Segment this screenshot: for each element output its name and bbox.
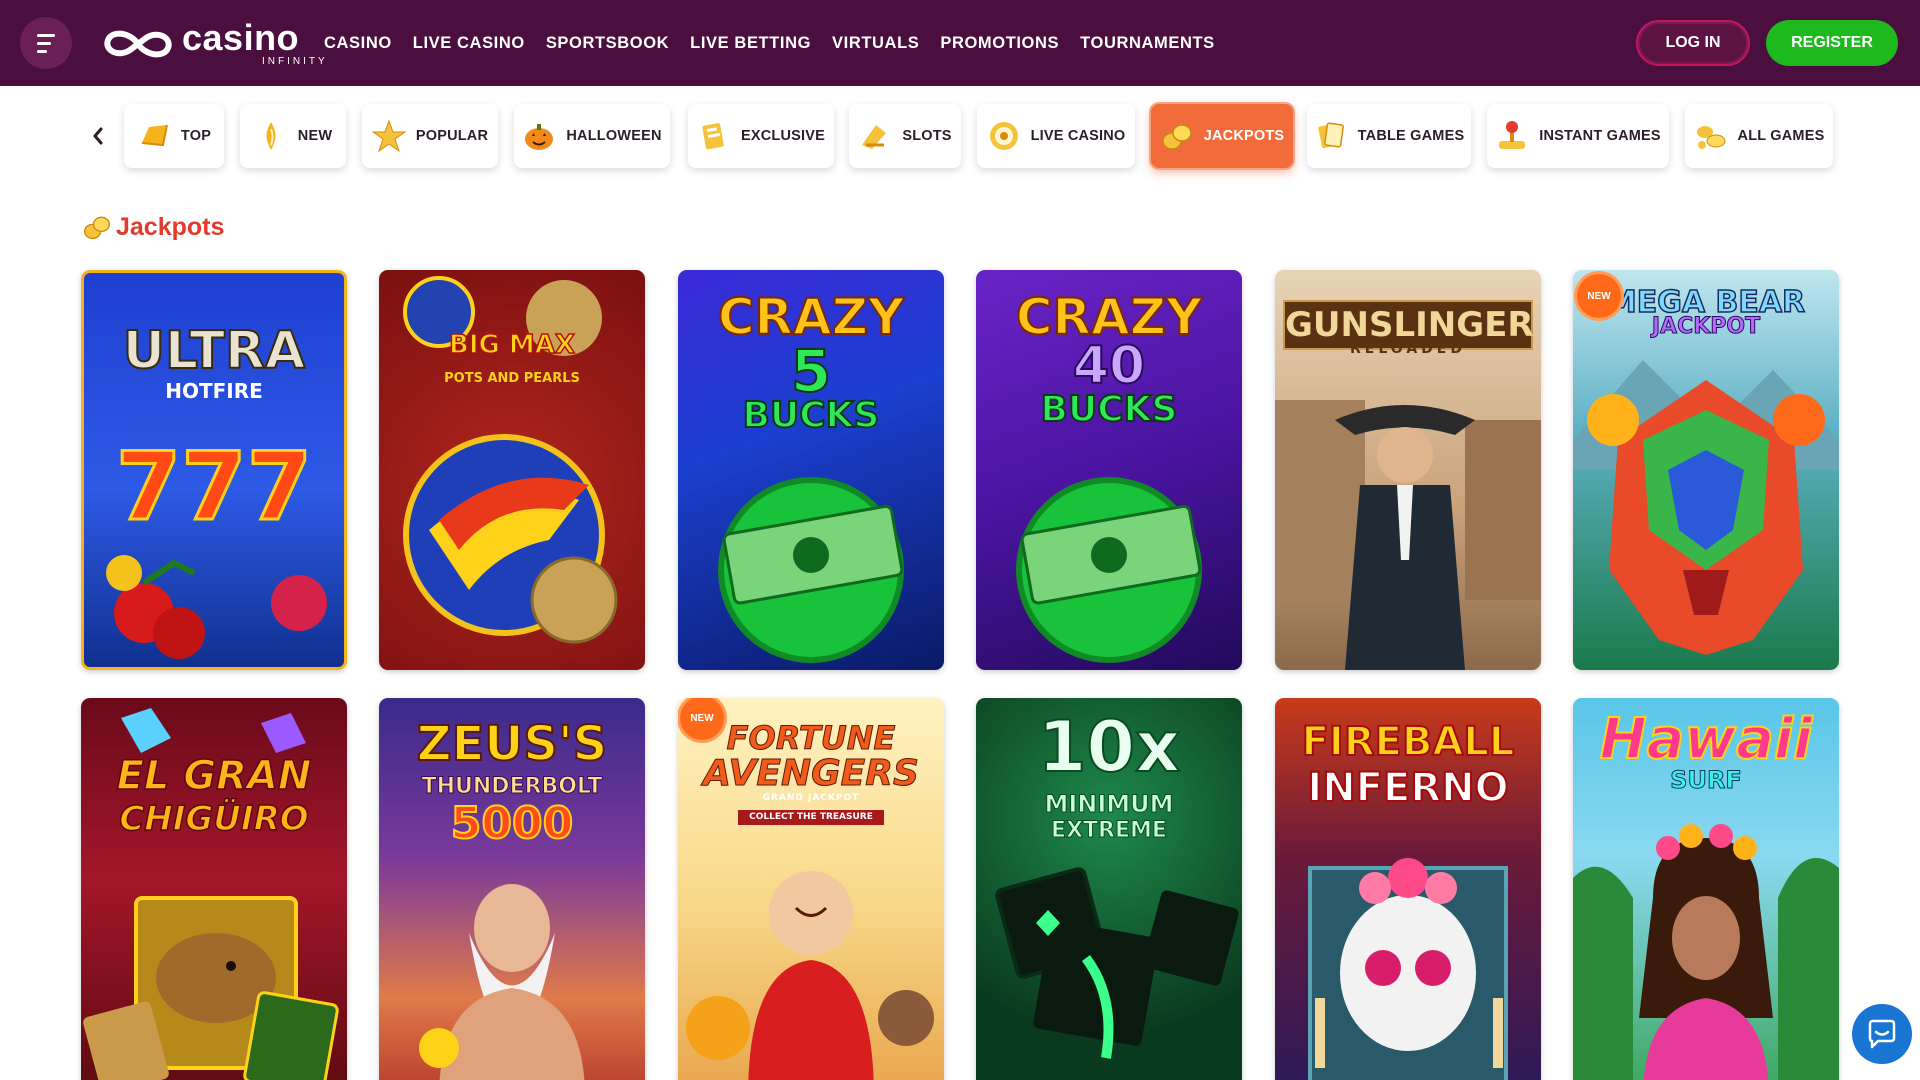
category-top[interactable]: TOP <box>124 104 224 168</box>
game-subtitle: THUNDERBOLT <box>421 774 603 799</box>
game-tile-big-max-pots-and-pearls[interactable]: BIG MAX POTS AND PEARLS <box>379 270 645 670</box>
category-live-casino[interactable]: LIVE CASINO <box>977 104 1135 168</box>
main-nav: CASINO LIVE CASINO SPORTSBOOK LIVE BETTI… <box>324 0 1215 86</box>
nav-tournaments[interactable]: TOURNAMENTS <box>1080 34 1215 53</box>
category-label: TOP <box>180 128 212 144</box>
category-exclusive[interactable]: EXCLUSIVE <box>688 104 834 168</box>
game-tagline: EXTREME <box>1051 818 1168 843</box>
top-header: casino INFINITY CASINO LIVE CASINO SPORT… <box>0 0 1920 86</box>
game-tile-fireball-inferno[interactable]: FIREBALL INFERNO <box>1275 698 1541 1080</box>
categories-prev-button[interactable] <box>88 122 108 150</box>
category-jackpots[interactable]: JACKPOTS <box>1151 104 1293 168</box>
category-instant-games[interactable]: INSTANT GAMES <box>1487 104 1669 168</box>
game-number: 5000 <box>450 798 574 849</box>
game-title: CRAZY <box>1015 288 1203 346</box>
menu-button[interactable] <box>20 17 72 69</box>
game-title: ZEUS'S <box>416 716 608 772</box>
game-subtitle: INFERNO <box>1306 765 1509 811</box>
category-label: HALLOWEEN <box>566 128 662 144</box>
all-games-icon <box>1694 119 1728 153</box>
game-tile-mega-bear-jackpot[interactable]: MEGA BEAR JACKPOT NEW <box>1573 270 1839 670</box>
game-tile-zeuss-thunderbolt-5000[interactable]: ZEUS'S THUNDERBOLT 5000 <box>379 698 645 1080</box>
casino-infinity-logo[interactable]: casino INFINITY <box>100 20 328 67</box>
game-number: 40 <box>1072 336 1146 396</box>
register-button[interactable]: REGISTER <box>1766 20 1898 66</box>
category-halloween[interactable]: HALLOWEEN <box>514 104 670 168</box>
game-tagline: GRAND JACKPOT <box>762 793 860 803</box>
chevron-left-icon <box>93 127 103 145</box>
nav-virtuals[interactable]: VIRTUALS <box>832 34 919 53</box>
section-heading: Jackpots <box>82 212 224 242</box>
category-label: NEW <box>297 128 333 144</box>
infinity-icon <box>104 30 172 57</box>
game-tile-el-gran-chiguiro[interactable]: EL GRAN CHIGÜIRO <box>81 698 347 1080</box>
game-subtitle: HOTFIRE <box>165 379 263 403</box>
live-casino-icon <box>987 119 1021 153</box>
game-subtitle: RELOADED <box>1350 341 1466 357</box>
nav-sportsbook[interactable]: SPORTSBOOK <box>546 34 669 53</box>
logo-main-text: casino <box>182 17 300 58</box>
game-tile-gunslinger-reloaded[interactable]: GUNSLINGER RELOADED <box>1275 270 1541 670</box>
nav-live-casino[interactable]: LIVE CASINO <box>413 34 525 53</box>
game-title: EL GRAN <box>116 753 312 799</box>
coins-icon <box>83 216 111 240</box>
section-title: Jackpots <box>116 212 225 241</box>
category-label: LIVE CASINO <box>1030 128 1126 144</box>
game-title: Hawaii <box>1599 707 1814 772</box>
game-subtitle: BUCKS <box>742 395 881 436</box>
game-number: 5 <box>790 337 832 405</box>
category-label: EXCLUSIVE <box>741 128 825 144</box>
game-tile-hawaii-surf[interactable]: Hawaii SURF <box>1573 698 1839 1080</box>
slots-icon <box>858 119 892 153</box>
category-label: ALL GAMES <box>1737 128 1825 144</box>
game-tile-ultra-hotfire[interactable]: ULTRA HOTFIRE 777 <box>81 270 347 670</box>
nav-casino[interactable]: CASINO <box>324 34 392 53</box>
new-icon <box>254 119 288 153</box>
game-title: BIG MAX <box>448 330 575 360</box>
coins-icon <box>1160 119 1194 153</box>
game-tagline-2: COLLECT THE TREASURE <box>738 810 884 825</box>
category-slots[interactable]: SLOTS <box>849 104 961 168</box>
star-icon <box>371 119 406 153</box>
game-subtitle: POTS AND PEARLS <box>444 371 580 386</box>
category-all-games[interactable]: ALL GAMES <box>1685 104 1833 168</box>
login-button[interactable]: LOG IN <box>1636 20 1750 66</box>
new-badge: NEW <box>680 698 724 740</box>
game-subtitle: AVENGERS <box>703 753 920 794</box>
game-subtitle: BUCKS <box>1040 389 1179 430</box>
category-label: JACKPOTS <box>1203 128 1285 144</box>
game-subtitle: JACKPOT <box>1651 314 1761 339</box>
category-table-games[interactable]: TABLE GAMES <box>1307 104 1471 168</box>
game-title: ULTRA <box>122 321 307 381</box>
game-tile-crazy-5-bucks[interactable]: CRAZY 5 BUCKS <box>678 270 944 670</box>
category-label: SLOTS <box>902 128 952 144</box>
category-label: TABLE GAMES <box>1357 128 1465 144</box>
game-tile-crazy-40-bucks[interactable]: CRAZY 40 BUCKS <box>976 270 1242 670</box>
nav-live-betting[interactable]: LIVE BETTING <box>690 34 811 53</box>
chat-icon <box>1868 1019 1896 1049</box>
game-subtitle: MINIMUM <box>1044 790 1174 818</box>
category-label: INSTANT GAMES <box>1539 128 1661 144</box>
game-subtitle: SURF <box>1670 766 1743 794</box>
new-badge: NEW <box>1577 274 1621 318</box>
game-sevens: 777 <box>114 433 313 542</box>
game-title: CRAZY <box>717 288 905 346</box>
exclusive-icon <box>697 119 731 153</box>
category-new[interactable]: NEW <box>240 104 346 168</box>
game-tile-fortune-avengers[interactable]: FORTUNE AVENGERS GRAND JACKPOT COLLECT T… <box>678 698 944 1080</box>
game-title: FIREBALL <box>1301 719 1516 765</box>
cards-icon <box>1314 119 1348 153</box>
pumpkin-icon <box>522 119 556 153</box>
category-label: POPULAR <box>415 128 489 144</box>
live-chat-button[interactable] <box>1852 1004 1912 1064</box>
top-icon <box>137 119 171 153</box>
logo-sub-text: INFINITY <box>262 56 328 67</box>
hamburger-icon <box>37 33 55 53</box>
category-popular[interactable]: POPULAR <box>362 104 498 168</box>
game-tile-10x-minimum-extreme[interactable]: 10x MINIMUM EXTREME <box>976 698 1242 1080</box>
joystick-icon <box>1495 119 1529 153</box>
nav-promotions[interactable]: PROMOTIONS <box>940 34 1059 53</box>
game-subtitle: CHIGÜIRO <box>119 799 310 839</box>
game-title: 10x <box>1037 706 1182 788</box>
